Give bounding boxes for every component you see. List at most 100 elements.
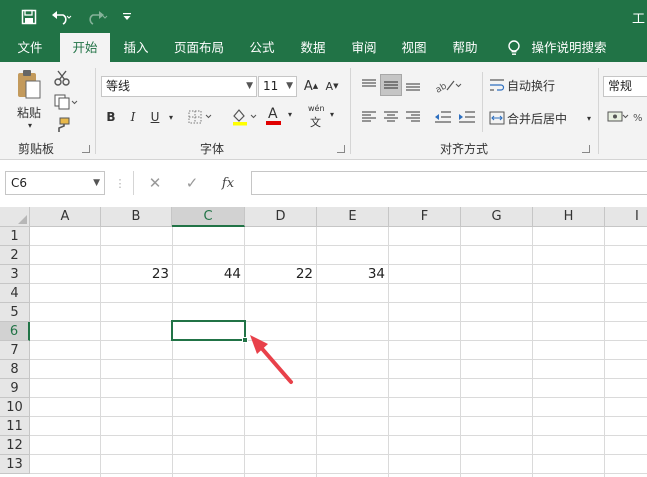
gridline: [30, 416, 647, 417]
bold-button[interactable]: B: [102, 106, 120, 128]
formula-input[interactable]: [251, 171, 647, 195]
phonetic-guide-icon[interactable]: wén 文 ▾: [306, 104, 342, 129]
number-format-select[interactable]: 常规: [603, 76, 647, 97]
row-header-5[interactable]: 5: [0, 303, 30, 322]
paste-button[interactable]: 粘贴: [12, 104, 46, 120]
font-size-select[interactable]: 11 ▼: [258, 76, 297, 97]
cancel-icon[interactable]: ✕: [143, 171, 167, 195]
cell-d3[interactable]: 22: [245, 265, 316, 284]
row-header-8[interactable]: 8: [0, 360, 30, 379]
tab-page-layout[interactable]: 页面布局: [168, 33, 230, 62]
row-header-13[interactable]: 13: [0, 455, 30, 474]
column-header-e[interactable]: E: [317, 207, 389, 227]
column-header-b[interactable]: B: [101, 207, 172, 227]
tab-insert[interactable]: 插入: [115, 33, 157, 62]
column-header-h[interactable]: H: [533, 207, 605, 227]
active-cell-c6[interactable]: [171, 320, 246, 341]
alignment-launcher-icon[interactable]: [582, 145, 590, 153]
group-divider: [95, 68, 96, 154]
group-divider: [482, 72, 483, 132]
row-header-11[interactable]: 11: [0, 417, 30, 436]
copy-icon[interactable]: [52, 92, 80, 112]
orientation-icon[interactable]: ab: [432, 74, 466, 96]
font-color-swatch: [266, 121, 281, 125]
align-right-icon[interactable]: [402, 106, 424, 128]
column-header-a[interactable]: A: [30, 207, 101, 227]
font-launcher-icon[interactable]: [337, 145, 345, 153]
align-top-icon[interactable]: [358, 74, 380, 96]
enter-icon[interactable]: ✓: [180, 171, 204, 195]
align-middle-icon[interactable]: [380, 74, 402, 96]
row-header-10[interactable]: 10: [0, 398, 30, 417]
cut-icon[interactable]: [52, 68, 72, 88]
row-header-4[interactable]: 4: [0, 284, 30, 303]
gridline: [30, 302, 647, 303]
tab-formulas[interactable]: 公式: [240, 33, 284, 62]
underline-button[interactable]: U: [146, 106, 164, 128]
row-header-2[interactable]: 2: [0, 246, 30, 265]
align-bottom-icon[interactable]: [402, 74, 424, 96]
gridline: [30, 245, 647, 246]
merge-center-icon[interactable]: [488, 108, 506, 128]
column-header-c[interactable]: C: [172, 207, 245, 227]
column-header-g[interactable]: G: [461, 207, 533, 227]
row-header-7[interactable]: 7: [0, 341, 30, 360]
row-header-9[interactable]: 9: [0, 379, 30, 398]
select-all-corner[interactable]: [0, 207, 30, 227]
fill-color-icon[interactable]: [230, 106, 260, 128]
insert-function-icon[interactable]: fx: [216, 171, 240, 195]
row-header-1[interactable]: 1: [0, 227, 30, 246]
more-options-icon[interactable]: ⋮: [113, 171, 127, 195]
merge-center-button[interactable]: 合并后居中: [507, 108, 571, 128]
cell-c3[interactable]: 44: [172, 265, 244, 284]
select-all-icon: [18, 215, 27, 224]
paste-dropdown-icon[interactable]: ▾: [24, 120, 36, 130]
save-icon[interactable]: [16, 0, 42, 33]
italic-button[interactable]: I: [124, 106, 142, 128]
tell-me-search[interactable]: 操作说明搜索: [528, 33, 610, 62]
cell-b3[interactable]: 23: [101, 265, 172, 284]
wrap-text-icon[interactable]: [488, 75, 506, 95]
decrease-font-size-icon[interactable]: A ▼: [322, 75, 342, 97]
ribbon-tabs: 文件 开始 插入 页面布局 公式 数据 审阅 视图 帮助 操作说明搜索: [0, 33, 647, 62]
font-group-label: 字体: [200, 142, 225, 156]
paste-icon[interactable]: [14, 68, 44, 102]
row-header-3[interactable]: 3: [0, 265, 30, 284]
column-header-f[interactable]: F: [389, 207, 461, 227]
customize-qat-icon[interactable]: [118, 0, 136, 33]
name-box-value: C6: [11, 176, 28, 190]
merge-dropdown-icon[interactable]: ▾: [583, 111, 595, 125]
borders-icon[interactable]: [186, 106, 216, 128]
undo-icon[interactable]: [48, 0, 76, 33]
clipboard-group-label: 剪贴板: [18, 142, 55, 156]
font-name-select[interactable]: 等线 ▼: [101, 76, 257, 97]
column-header-i[interactable]: I: [605, 207, 647, 227]
name-box[interactable]: C6 ▼: [5, 171, 105, 195]
accounting-format-icon[interactable]: %: [605, 106, 645, 128]
tab-view[interactable]: 视图: [392, 33, 436, 62]
format-painter-icon[interactable]: [52, 115, 72, 135]
font-color-icon[interactable]: A ▾: [264, 106, 298, 128]
tab-file[interactable]: 文件: [8, 33, 52, 62]
number-format-value: 常规: [608, 79, 633, 93]
align-left-icon[interactable]: [358, 106, 380, 128]
redo-icon[interactable]: [84, 0, 112, 33]
column-header-d[interactable]: D: [245, 207, 317, 227]
clipboard-launcher-icon[interactable]: [82, 145, 90, 153]
chevron-down-icon: ▾: [330, 110, 335, 119]
row-header-12[interactable]: 12: [0, 436, 30, 455]
cell-e3[interactable]: 34: [317, 265, 388, 284]
underline-dropdown-icon[interactable]: ▾: [165, 106, 177, 128]
tab-data[interactable]: 数据: [291, 33, 335, 62]
wrap-text-button[interactable]: 自动换行: [507, 75, 559, 95]
tab-home[interactable]: 开始: [60, 33, 110, 62]
align-center-icon[interactable]: [380, 106, 402, 128]
increase-indent-icon[interactable]: [456, 106, 478, 128]
group-divider: [350, 68, 351, 154]
decrease-indent-icon[interactable]: [432, 106, 454, 128]
tab-review[interactable]: 审阅: [342, 33, 386, 62]
increase-font-size-icon[interactable]: A ▲: [301, 75, 321, 97]
row-header-6[interactable]: 6: [0, 322, 30, 341]
gridline: [30, 359, 647, 360]
tab-help[interactable]: 帮助: [443, 33, 487, 62]
